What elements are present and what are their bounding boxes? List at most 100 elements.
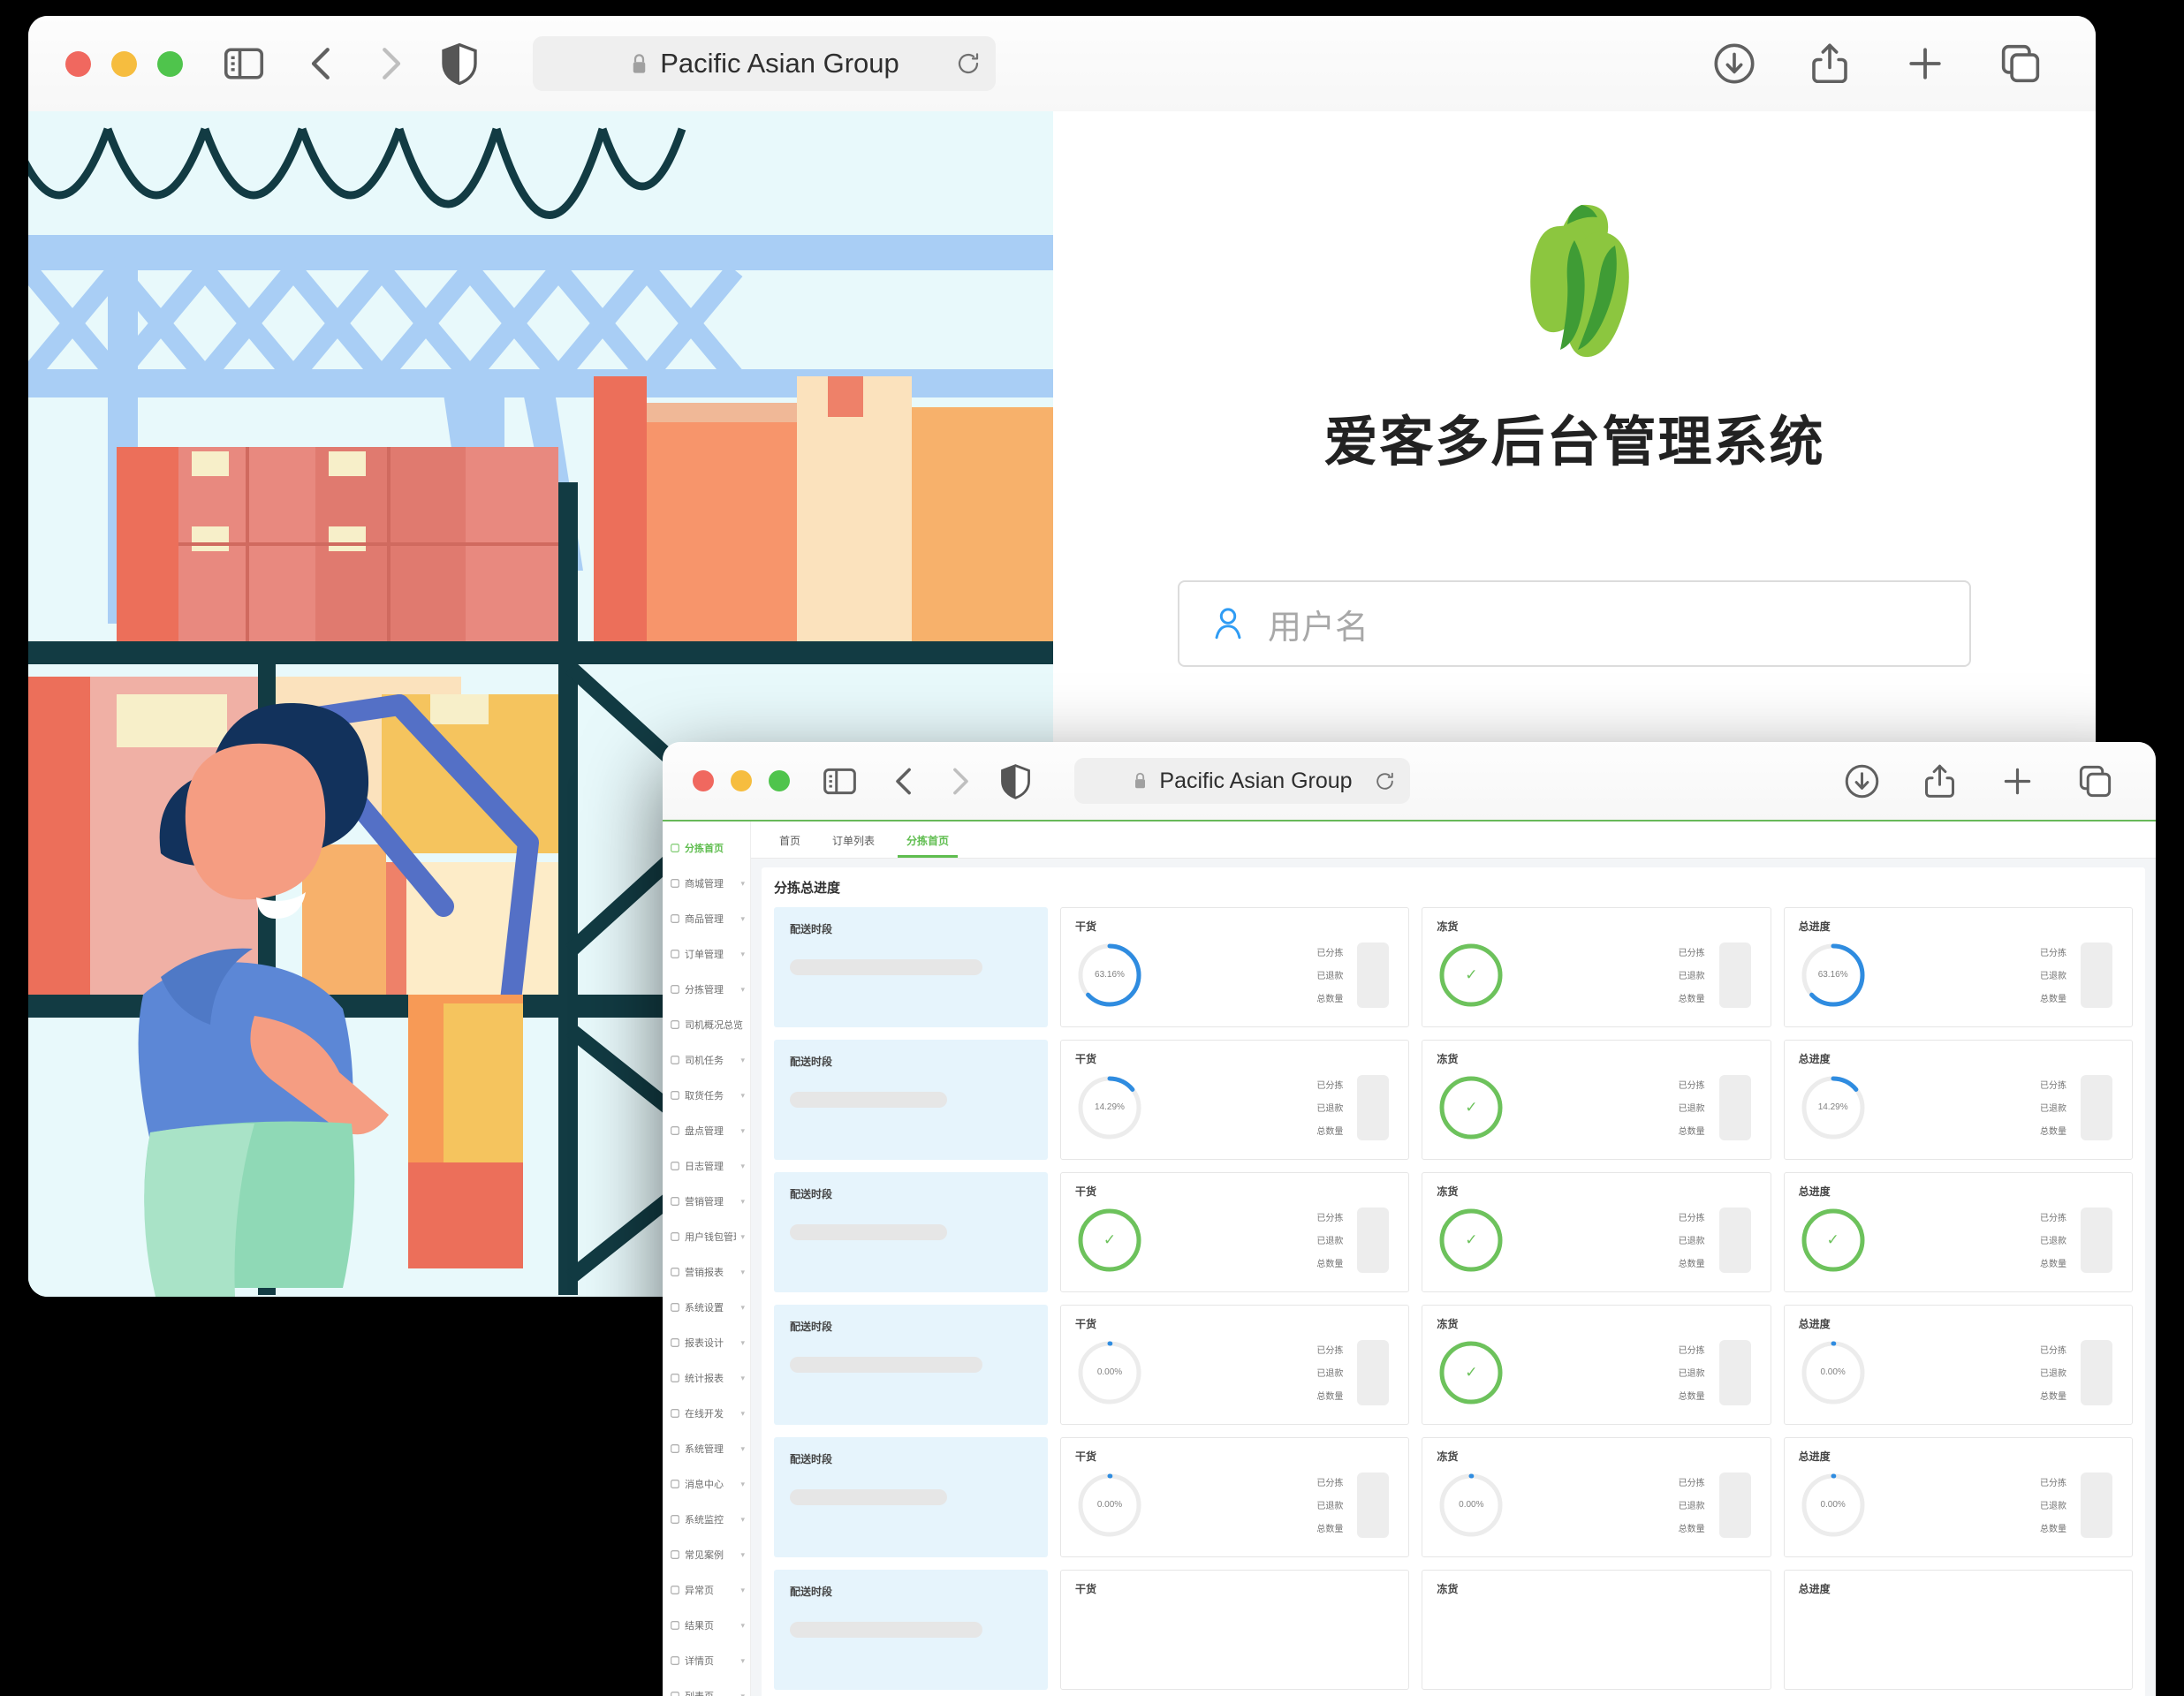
- sidebar-item-1[interactable]: 商城管理 ▾: [663, 866, 750, 901]
- chevron-down-icon[interactable]: ▾: [740, 1338, 745, 1348]
- chevron-down-icon[interactable]: ▾: [740, 985, 745, 995]
- stat-label-column: 已分拣 已退款 总数量: [1316, 1210, 1343, 1269]
- shield-icon[interactable]: [996, 761, 1035, 801]
- address-bar-2[interactable]: Pacific Asian Group: [1074, 758, 1410, 804]
- stat-label: 总数量: [1316, 1525, 1344, 1534]
- chevron-down-icon[interactable]: ▾: [740, 1621, 745, 1631]
- chevron-down-icon[interactable]: ▾: [740, 1480, 745, 1489]
- warning-icon: [670, 1585, 680, 1595]
- metric-body: 0.00% 已分拣 已退款 总数量: [1075, 1464, 1394, 1546]
- sidebar-item-5[interactable]: 司机概况总览: [663, 1007, 750, 1042]
- metric-body: 0.00% 已分拣 已退款 总数量: [1075, 1331, 1394, 1413]
- chevron-down-icon[interactable]: ▾: [740, 914, 745, 924]
- sidebar-item-16[interactable]: 在线开发 ▾: [663, 1396, 750, 1431]
- plus-icon[interactable]: [1998, 761, 2037, 801]
- chevron-down-icon[interactable]: ▾: [740, 1692, 745, 1696]
- sidebar-item-8[interactable]: 盘点管理 ▾: [663, 1113, 750, 1148]
- main-column: 首页 订单列表 分拣首页 分拣总进度 配送时段 干货 63.16% 已分拣 已退款 总数…: [751, 822, 2156, 1696]
- loading-skeleton: [790, 1092, 947, 1108]
- shield-icon[interactable]: [436, 40, 483, 87]
- sidebar-item-18[interactable]: 消息中心 ▾: [663, 1466, 750, 1502]
- tab-2[interactable]: 分拣首页: [891, 822, 965, 858]
- tab-0[interactable]: 首页: [763, 822, 816, 858]
- stat-label: 已退款: [2039, 1502, 2066, 1511]
- sidebar-item-20[interactable]: 常见案例 ▾: [663, 1537, 750, 1572]
- toolbar-nav-group-2: [820, 761, 1035, 801]
- sidebar-item-7[interactable]: 取货任务 ▾: [663, 1078, 750, 1113]
- metric-title: 干货: [1075, 1318, 1097, 1330]
- chevron-down-icon[interactable]: ▾: [740, 1374, 745, 1383]
- downloads-icon[interactable]: [1842, 761, 1882, 801]
- chevron-down-icon[interactable]: ▾: [740, 1550, 745, 1560]
- sidebar-item-11[interactable]: 用户钱包管理 ▾: [663, 1219, 750, 1254]
- sidebar-item-2[interactable]: 商品管理 ▾: [663, 901, 750, 936]
- back-chevron-icon[interactable]: [298, 40, 345, 87]
- close-window-button[interactable]: [65, 50, 91, 77]
- sidebar-icon[interactable]: [220, 40, 268, 87]
- minimize-window-button-2[interactable]: [731, 770, 752, 791]
- sidebar-item-4[interactable]: 分拣管理 ▾: [663, 972, 750, 1007]
- chevron-down-icon[interactable]: ▾: [740, 1444, 745, 1454]
- back-chevron-icon[interactable]: [884, 761, 924, 801]
- stat-label: 已分拣: [1316, 1346, 1344, 1356]
- zoom-window-button[interactable]: [157, 50, 183, 77]
- sidebar-item-17[interactable]: 系统管理 ▾: [663, 1431, 750, 1466]
- minimize-window-button[interactable]: [111, 50, 137, 77]
- progress-ring: ✓: [1437, 1073, 1505, 1142]
- chevron-down-icon[interactable]: ▾: [740, 879, 745, 889]
- chevron-down-icon[interactable]: ▾: [740, 1515, 745, 1525]
- chevron-down-icon[interactable]: ▾: [740, 950, 745, 959]
- sidebar-item-10[interactable]: 营销管理 ▾: [663, 1184, 750, 1219]
- zoom-window-button-2[interactable]: [769, 770, 790, 791]
- reload-icon[interactable]: [1374, 770, 1396, 792]
- progress-percent: 0.00%: [1096, 1500, 1123, 1510]
- chevron-down-icon[interactable]: ▾: [740, 1091, 745, 1101]
- sidebar-item-23[interactable]: 详情页 ▾: [663, 1643, 750, 1678]
- forward-chevron-icon[interactable]: [940, 761, 980, 801]
- sidebar-item-12[interactable]: 营销报表 ▾: [663, 1254, 750, 1290]
- tab-overview-icon[interactable]: [1997, 40, 2044, 87]
- sidebar-item-0[interactable]: 分拣首页: [663, 830, 750, 866]
- tab-overview-icon[interactable]: [2075, 761, 2115, 801]
- sidebar-icon[interactable]: [820, 761, 860, 801]
- stat-label: 总数量: [1316, 995, 1344, 1004]
- close-window-button-2[interactable]: [693, 770, 714, 791]
- sidebar-item-15[interactable]: 统计报表 ▾: [663, 1360, 750, 1396]
- chevron-down-icon[interactable]: ▾: [740, 1126, 745, 1136]
- sidebar-item-label: 在线开发: [685, 1409, 724, 1420]
- sidebar-item-19[interactable]: 系统监控 ▾: [663, 1502, 750, 1537]
- chevron-down-icon[interactable]: ▾: [740, 1197, 745, 1207]
- chevron-down-icon[interactable]: ▾: [740, 1656, 745, 1666]
- stat-label: 已分拣: [2039, 1346, 2066, 1356]
- metric-card: 冻货 ✓ 已分拣 已退款 总数量: [1422, 1172, 1771, 1292]
- forward-chevron-icon[interactable]: [367, 40, 414, 87]
- downloads-icon[interactable]: [1710, 40, 1758, 87]
- plus-icon[interactable]: [1901, 40, 1949, 87]
- sidebar-item-label: 报表设计: [685, 1338, 724, 1349]
- sidebar-item-24[interactable]: 列表页 ▾: [663, 1678, 750, 1696]
- stat-label-column: 已分拣 已退款 总数量: [2040, 1078, 2066, 1137]
- share-icon[interactable]: [1920, 761, 1960, 801]
- chevron-down-icon[interactable]: ▾: [740, 1162, 745, 1171]
- chevron-down-icon[interactable]: ▾: [740, 1268, 745, 1277]
- address-bar[interactable]: Pacific Asian Group: [533, 36, 996, 91]
- tab-1[interactable]: 订单列表: [816, 822, 891, 858]
- sidebar-item-label: 统计报表: [685, 1374, 724, 1384]
- sidebar-item-22[interactable]: 结果页 ▾: [663, 1608, 750, 1643]
- sidebar-item-13[interactable]: 系统设置 ▾: [663, 1290, 750, 1325]
- sidebar-item-9[interactable]: 日志管理 ▾: [663, 1148, 750, 1184]
- sidebar-item-14[interactable]: 报表设计 ▾: [663, 1325, 750, 1360]
- reload-icon[interactable]: [955, 50, 982, 77]
- chevron-down-icon[interactable]: ▾: [740, 1232, 745, 1242]
- username-field[interactable]: 用户名: [1178, 580, 1971, 667]
- chevron-down-icon[interactable]: ▾: [740, 1409, 745, 1419]
- sidebar-item-21[interactable]: 异常页 ▾: [663, 1572, 750, 1608]
- sidebar-item-3[interactable]: 订单管理 ▾: [663, 936, 750, 972]
- share-icon[interactable]: [1806, 40, 1854, 87]
- loading-skeleton: [790, 959, 982, 975]
- chevron-down-icon[interactable]: ▾: [740, 1056, 745, 1065]
- sidebar-item-6[interactable]: 司机任务 ▾: [663, 1042, 750, 1078]
- chevron-down-icon[interactable]: ▾: [740, 1303, 745, 1313]
- address-bar-text-2: Pacific Asian Group: [1159, 768, 1353, 793]
- chevron-down-icon[interactable]: ▾: [740, 1586, 745, 1595]
